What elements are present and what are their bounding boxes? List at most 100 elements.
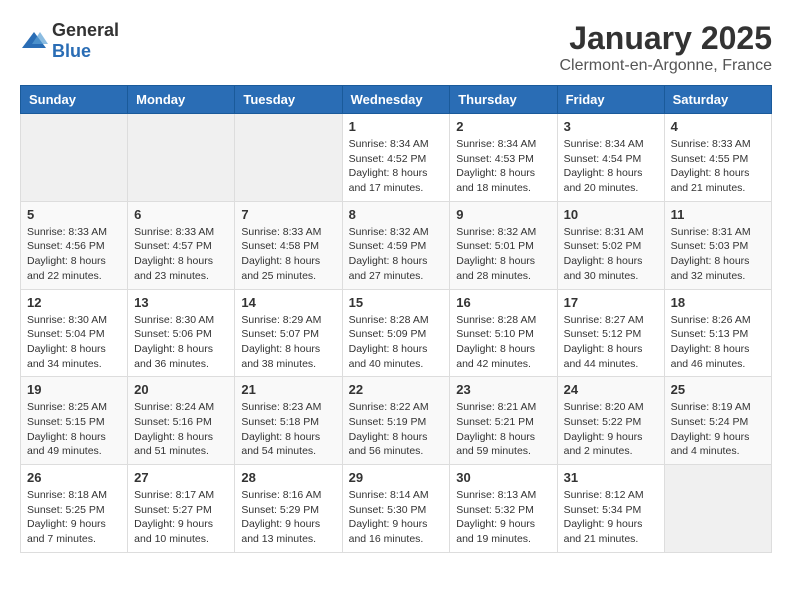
day-number: 10: [564, 207, 658, 222]
day-number: 15: [349, 295, 444, 310]
table-row: [664, 465, 771, 553]
page-header: General Blue January 2025 Clermont-en-Ar…: [20, 20, 772, 75]
day-number: 31: [564, 470, 658, 485]
col-sunday: Sunday: [21, 86, 128, 114]
table-row: 26Sunrise: 8:18 AMSunset: 5:25 PMDayligh…: [21, 465, 128, 553]
day-info: Sunrise: 8:30 AMSunset: 5:04 PMDaylight:…: [27, 313, 121, 372]
table-row: 29 Sunrise: 8:14 AMSunset: 5:30 PMDayligh…: [342, 465, 450, 553]
day-info: Sunrise: 8:34 AMSunset: 4:53 PMDaylight:…: [456, 137, 550, 196]
day-number: 12: [27, 295, 121, 310]
day-info: Sunrise: 8:28 AMSunset: 5:10 PMDaylight:…: [456, 313, 550, 372]
day-number: 1: [349, 119, 444, 134]
location-title: Clermont-en-Argonne, France: [559, 57, 772, 75]
day-number: 21: [241, 382, 335, 397]
col-tuesday: Tuesday: [235, 86, 342, 114]
table-row: 24Sunrise: 8:20 AMSunset: 5:22 PMDayligh…: [557, 377, 664, 465]
table-row: 17 Sunrise: 8:27 AMSunset: 5:12 PMDayligh…: [557, 289, 664, 377]
day-info: Sunrise: 8:33 AMSunset: 4:58 PMDaylight:…: [241, 225, 335, 284]
day-number: 25: [671, 382, 765, 397]
day-number: 19: [27, 382, 121, 397]
day-info: Sunrise: 8:16 AMSunset: 5:29 PMDaylight:…: [241, 488, 335, 547]
logo-general: General: [52, 20, 119, 40]
col-monday: Monday: [128, 86, 235, 114]
day-number: 3: [564, 119, 658, 134]
day-number: 30: [456, 470, 550, 485]
table-row: 23Sunrise: 8:21 AMSunset: 5:21 PMDayligh…: [450, 377, 557, 465]
day-number: 28: [241, 470, 335, 485]
calendar-week-row: 12 Sunrise: 8:30 AMSunset: 5:04 PMDayligh…: [21, 289, 772, 377]
day-number: 11: [671, 207, 765, 222]
day-info: Sunrise: 8:13 AMSunset: 5:32 PMDaylight:…: [456, 488, 550, 547]
day-info: Sunrise: 8:31 AMSunset: 5:02 PMDaylight:…: [564, 225, 658, 284]
day-info: Sunrise: 8:19 AMSunset: 5:24 PMDaylight:…: [671, 400, 765, 459]
table-row: 13 Sunrise: 8:30 AMSunset: 5:06 PMDayligh…: [128, 289, 235, 377]
day-number: 4: [671, 119, 765, 134]
table-row: 9 Sunrise: 8:32 AMSunset: 5:01 PMDaylight…: [450, 201, 557, 289]
day-info: Sunrise: 8:17 AMSunset: 5:27 PMDaylight:…: [134, 488, 228, 547]
table-row: [21, 114, 128, 202]
day-info: Sunrise: 8:31 AMSunset: 5:03 PMDaylight:…: [671, 225, 765, 284]
day-number: 23: [456, 382, 550, 397]
table-row: 15Sunrise: 8:28 AMSunset: 5:09 PMDayligh…: [342, 289, 450, 377]
day-number: 6: [134, 207, 228, 222]
day-info: Sunrise: 8:27 AMSunset: 5:12 PMDaylight:…: [564, 313, 658, 372]
day-number: 2: [456, 119, 550, 134]
col-thursday: Thursday: [450, 86, 557, 114]
day-number: 8: [349, 207, 444, 222]
calendar-header-row: Sunday Monday Tuesday Wednesday Thursday…: [21, 86, 772, 114]
table-row: [235, 114, 342, 202]
table-row: 28 Sunrise: 8:16 AMSunset: 5:29 PMDayligh…: [235, 465, 342, 553]
day-number: 22: [349, 382, 444, 397]
table-row: 27 Sunrise: 8:17 AMSunset: 5:27 PMDayligh…: [128, 465, 235, 553]
day-info: Sunrise: 8:30 AMSunset: 5:06 PMDaylight:…: [134, 313, 228, 372]
day-number: 9: [456, 207, 550, 222]
calendar-table: Sunday Monday Tuesday Wednesday Thursday…: [20, 85, 772, 553]
day-info: Sunrise: 8:32 AMSunset: 4:59 PMDaylight:…: [349, 225, 444, 284]
logo-text: General Blue: [52, 20, 119, 62]
day-info: Sunrise: 8:18 AMSunset: 5:25 PMDaylight:…: [27, 488, 121, 547]
day-info: Sunrise: 8:29 AMSunset: 5:07 PMDaylight:…: [241, 313, 335, 372]
table-row: 14Sunrise: 8:29 AMSunset: 5:07 PMDayligh…: [235, 289, 342, 377]
table-row: 3 Sunrise: 8:34 AMSunset: 4:54 PMDaylight…: [557, 114, 664, 202]
table-row: 19 Sunrise: 8:25 AMSunset: 5:15 PMDayligh…: [21, 377, 128, 465]
day-info: Sunrise: 8:23 AMSunset: 5:18 PMDaylight:…: [241, 400, 335, 459]
day-info: Sunrise: 8:33 AMSunset: 4:55 PMDaylight:…: [671, 137, 765, 196]
table-row: [128, 114, 235, 202]
col-wednesday: Wednesday: [342, 86, 450, 114]
day-info: Sunrise: 8:33 AMSunset: 4:56 PMDaylight:…: [27, 225, 121, 284]
day-info: Sunrise: 8:24 AMSunset: 5:16 PMDaylight:…: [134, 400, 228, 459]
day-number: 5: [27, 207, 121, 222]
day-info: Sunrise: 8:26 AMSunset: 5:13 PMDaylight:…: [671, 313, 765, 372]
table-row: 12 Sunrise: 8:30 AMSunset: 5:04 PMDayligh…: [21, 289, 128, 377]
day-info: Sunrise: 8:33 AMSunset: 4:57 PMDaylight:…: [134, 225, 228, 284]
day-info: Sunrise: 8:32 AMSunset: 5:01 PMDaylight:…: [456, 225, 550, 284]
table-row: 4 Sunrise: 8:33 AMSunset: 4:55 PMDaylight…: [664, 114, 771, 202]
day-info: Sunrise: 8:22 AMSunset: 5:19 PMDaylight:…: [349, 400, 444, 459]
table-row: 6 Sunrise: 8:33 AMSunset: 4:57 PMDaylight…: [128, 201, 235, 289]
table-row: 21 Sunrise: 8:23 AMSunset: 5:18 PMDayligh…: [235, 377, 342, 465]
table-row: 7Sunrise: 8:33 AMSunset: 4:58 PMDaylight…: [235, 201, 342, 289]
col-friday: Friday: [557, 86, 664, 114]
title-area: January 2025 Clermont-en-Argonne, France: [559, 20, 772, 75]
calendar-week-row: 5 Sunrise: 8:33 AMSunset: 4:56 PMDaylight…: [21, 201, 772, 289]
calendar-week-row: 1Sunrise: 8:34 AMSunset: 4:52 PMDaylight…: [21, 114, 772, 202]
day-number: 13: [134, 295, 228, 310]
col-saturday: Saturday: [664, 86, 771, 114]
table-row: 20Sunrise: 8:24 AMSunset: 5:16 PMDayligh…: [128, 377, 235, 465]
day-number: 29: [349, 470, 444, 485]
month-title: January 2025: [559, 20, 772, 57]
day-number: 18: [671, 295, 765, 310]
day-info: Sunrise: 8:25 AMSunset: 5:15 PMDaylight:…: [27, 400, 121, 459]
day-info: Sunrise: 8:12 AMSunset: 5:34 PMDaylight:…: [564, 488, 658, 547]
table-row: 25 Sunrise: 8:19 AMSunset: 5:24 PMDayligh…: [664, 377, 771, 465]
table-row: 16Sunrise: 8:28 AMSunset: 5:10 PMDayligh…: [450, 289, 557, 377]
table-row: 30 Sunrise: 8:13 AMSunset: 5:32 PMDayligh…: [450, 465, 557, 553]
day-info: Sunrise: 8:14 AMSunset: 5:30 PMDaylight:…: [349, 488, 444, 547]
day-number: 17: [564, 295, 658, 310]
day-info: Sunrise: 8:34 AMSunset: 4:54 PMDaylight:…: [564, 137, 658, 196]
day-number: 27: [134, 470, 228, 485]
table-row: 18 Sunrise: 8:26 AMSunset: 5:13 PMDayligh…: [664, 289, 771, 377]
calendar-week-row: 19 Sunrise: 8:25 AMSunset: 5:15 PMDayligh…: [21, 377, 772, 465]
logo-icon: [20, 30, 48, 52]
table-row: 1Sunrise: 8:34 AMSunset: 4:52 PMDaylight…: [342, 114, 450, 202]
